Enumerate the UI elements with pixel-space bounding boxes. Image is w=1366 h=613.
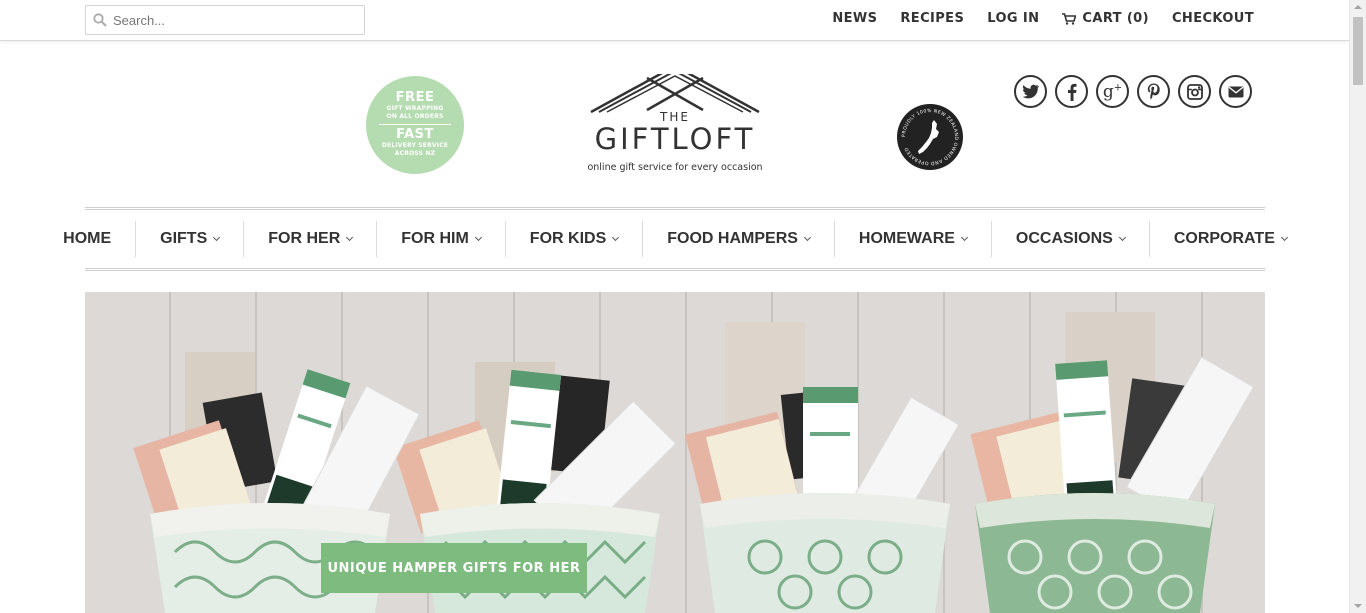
nav-food-hampers[interactable]: FOOD HAMPERS (642, 221, 834, 257)
page-scrollbar[interactable] (1349, 0, 1366, 613)
checkout-link[interactable]: CHECKOUT (1172, 11, 1254, 26)
top-links: NEWS RECIPES LOG IN CART (0) CHECKOUT (832, 11, 1254, 26)
social-links: g+ (1014, 75, 1252, 108)
chevron-down-icon (1280, 233, 1288, 241)
nav-for-him[interactable]: FOR HIM (376, 221, 505, 257)
twitter-icon[interactable] (1014, 75, 1047, 108)
nav-for-her[interactable]: FOR HER (243, 221, 376, 257)
nz-map-icon: PROUDLY 100% NEW ZEALAND OWNED AND OPERA… (901, 108, 959, 166)
nav-for-him-label: FOR HIM (401, 230, 469, 247)
chevron-down-icon (213, 233, 221, 241)
nav-homeware[interactable]: HOMEWARE (833, 221, 991, 257)
hero-banner[interactable] (85, 292, 1265, 613)
instagram-icon[interactable] (1178, 75, 1211, 108)
logo-name: GIFTLOFT (594, 122, 756, 156)
logo-roof-icon (590, 64, 760, 114)
nav-home[interactable]: HOME (39, 221, 135, 257)
news-link[interactable]: NEWS (832, 11, 877, 26)
nav-corporate[interactable]: CORPORATE (1148, 221, 1311, 257)
chevron-down-icon (803, 233, 811, 241)
pinterest-icon[interactable] (1137, 75, 1170, 108)
main-navigation: HOME GIFTS FOR HER FOR HIM FOR KIDS FOOD… (63, 207, 1288, 271)
login-link[interactable]: LOG IN (987, 11, 1039, 26)
nav-homeware-label: HOMEWARE (858, 230, 955, 247)
badge-fast-sub-2: ACROSS NZ (394, 149, 436, 157)
search-box[interactable] (85, 5, 365, 35)
chevron-down-icon (346, 233, 354, 241)
nav-for-kids[interactable]: FOR KIDS (504, 221, 642, 257)
free-delivery-badge: FREE GIFT WRAPPING ON ALL ORDERS FAST DE… (366, 76, 464, 174)
badge-free-sub-1: GIFT WRAPPING (386, 105, 444, 112)
cart-link[interactable]: CART (0) (1062, 11, 1149, 26)
chevron-down-icon (474, 233, 482, 241)
badge-free: FREE (395, 90, 435, 105)
badge-fast: FAST (396, 127, 434, 142)
nav-occasions[interactable]: OCCASIONS (990, 221, 1149, 257)
recipes-link[interactable]: RECIPES (900, 11, 964, 26)
site-logo[interactable]: THE GIFTLOFT online gift service for eve… (585, 64, 765, 174)
cart-icon (1062, 12, 1077, 25)
scroll-up-arrow[interactable] (1354, 5, 1362, 9)
badge-free-sub-2: ON ALL ORDERS (386, 112, 444, 120)
nz-owned-badge: PROUDLY 100% NEW ZEALAND OWNED AND OPERA… (897, 104, 963, 170)
hero-hamper-image (133, 312, 1255, 613)
search-input[interactable] (113, 10, 358, 30)
chevron-down-icon (960, 233, 968, 241)
chevron-down-icon (612, 233, 620, 241)
top-bar: NEWS RECIPES LOG IN CART (0) CHECKOUT (0, 0, 1349, 41)
facebook-icon[interactable] (1055, 75, 1088, 108)
cart-label: CART (0) (1082, 11, 1149, 26)
logo-tagline: online gift service for every occasion (587, 162, 763, 173)
badge-fast-sub-1: DELIVERY SERVICE (381, 142, 449, 149)
scroll-thumb[interactable] (1353, 17, 1363, 85)
nav-gifts-label: GIFTS (160, 230, 208, 247)
nav-home-label: HOME (63, 230, 112, 247)
google-plus-icon[interactable]: g+ (1096, 75, 1129, 108)
email-icon[interactable] (1219, 75, 1252, 108)
search-icon (93, 13, 107, 27)
nav-corporate-label: CORPORATE (1173, 230, 1275, 247)
nav-occasions-label: OCCASIONS (1015, 230, 1113, 247)
nav-for-kids-label: FOR KIDS (529, 230, 607, 247)
nav-gifts[interactable]: GIFTS (135, 221, 243, 257)
scroll-down-arrow[interactable] (1354, 604, 1362, 608)
hero-cta-button[interactable]: UNIQUE HAMPER GIFTS FOR HER (321, 543, 587, 593)
nav-for-her-label: FOR HER (268, 230, 341, 247)
nav-food-hampers-label: FOOD HAMPERS (667, 230, 798, 247)
badge-divider (379, 124, 451, 125)
chevron-down-icon (1118, 233, 1126, 241)
